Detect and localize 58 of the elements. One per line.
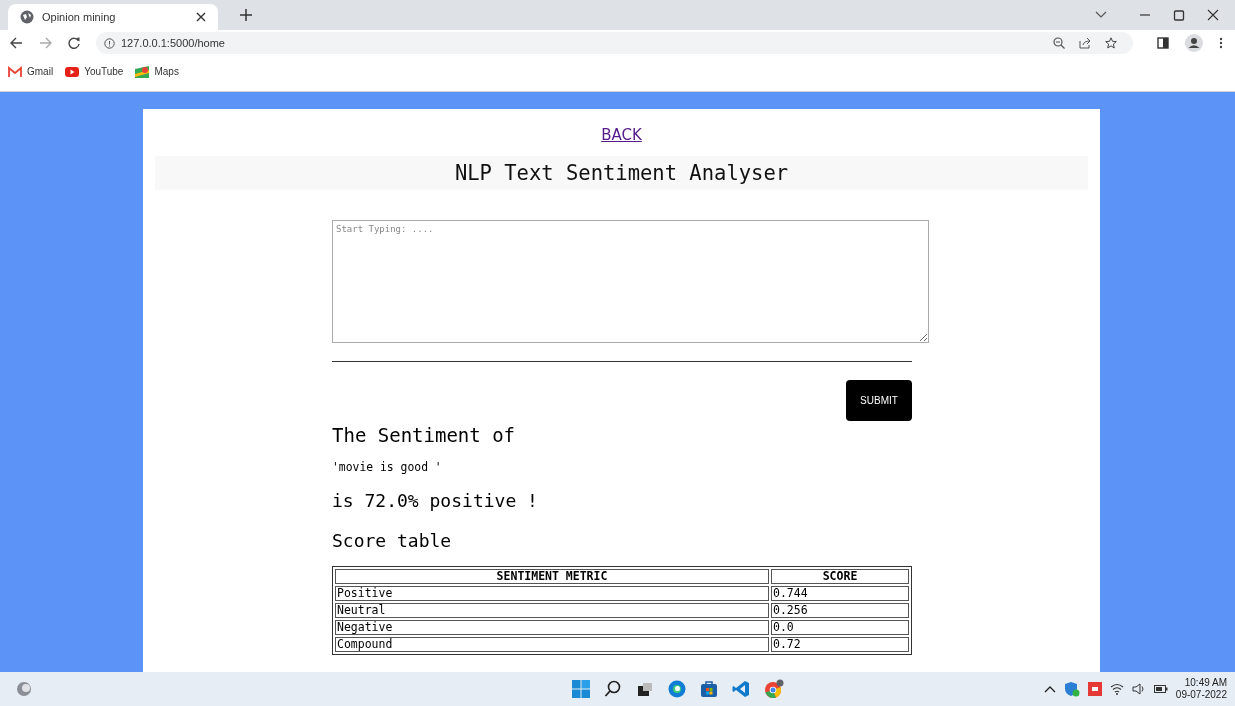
menu-icon[interactable] xyxy=(1219,37,1223,49)
result-heading: The Sentiment of xyxy=(332,424,517,446)
close-icon[interactable] xyxy=(196,12,206,22)
reload-icon[interactable] xyxy=(68,37,80,49)
analysed-text: 'movie is good ' xyxy=(332,460,443,474)
address-field[interactable]: 127.0.0.1:5000/home xyxy=(96,32,1133,54)
edge-browser-icon[interactable] xyxy=(667,680,686,698)
chrome-browser-icon[interactable] xyxy=(763,679,784,699)
chevron-up-icon[interactable] xyxy=(1043,685,1056,693)
code-editor-icon[interactable] xyxy=(731,680,750,698)
battery-icon[interactable] xyxy=(1153,684,1168,694)
clock-time[interactable]: 10:49 AM xyxy=(1184,677,1227,689)
table-heading: Score table xyxy=(332,530,453,551)
table-cell: Negative xyxy=(335,620,769,635)
sentiment-result: is 72.0% positive ! xyxy=(332,490,539,511)
tray-app-icon[interactable] xyxy=(1087,682,1102,696)
table-cell: Neutral xyxy=(335,603,769,618)
side-panel-icon[interactable] xyxy=(1157,37,1169,49)
table-cell: 0.256 xyxy=(771,603,909,618)
new-tab-icon[interactable] xyxy=(240,9,252,21)
video-play-icon xyxy=(65,65,80,78)
search-icon[interactable] xyxy=(603,680,622,698)
bookmark-link[interactable]: YouTube xyxy=(65,65,124,78)
task-view-icon[interactable] xyxy=(635,680,654,698)
store-bag-icon[interactable] xyxy=(699,680,718,698)
submit-button[interactable]: SUBMIT xyxy=(846,380,912,421)
start-icon[interactable] xyxy=(571,680,590,698)
star-icon[interactable] xyxy=(1105,37,1117,49)
text-input[interactable]: Start Typing: .... xyxy=(332,220,929,343)
chevron-down-icon[interactable] xyxy=(1095,11,1107,19)
column-header: SCORE xyxy=(771,569,909,584)
table-cell: Positive xyxy=(335,586,769,601)
column-header: SENTIMENT METRIC xyxy=(335,569,769,584)
bookmark-link[interactable]: Maps xyxy=(135,65,179,78)
profile-icon[interactable] xyxy=(1185,34,1203,52)
wifi-icon[interactable] xyxy=(1109,683,1124,695)
table-cell: 0.72 xyxy=(771,637,909,652)
speaker-icon[interactable] xyxy=(1131,683,1146,695)
page-heading: NLP Text Sentiment Analyser xyxy=(454,161,789,185)
table-cell: 0.744 xyxy=(771,586,909,601)
zoom-icon[interactable] xyxy=(1053,37,1065,49)
map-pin-icon xyxy=(135,65,150,78)
maximize-icon[interactable] xyxy=(1173,9,1185,21)
table-cell: 0.0 xyxy=(771,620,909,635)
browser-tab[interactable]: Opinion mining xyxy=(8,4,218,30)
globe-icon xyxy=(20,10,34,24)
share-icon[interactable] xyxy=(1079,37,1091,49)
info-icon xyxy=(104,37,115,49)
tab-title: Opinion mining xyxy=(42,11,117,23)
back-arrow-icon[interactable] xyxy=(10,37,23,49)
back-link[interactable]: BACK xyxy=(601,126,642,144)
bookmark-link[interactable]: Gmail xyxy=(8,65,54,78)
close-icon[interactable] xyxy=(1207,9,1219,21)
clock-date[interactable]: 09-07-2022 xyxy=(1175,689,1227,701)
table-cell: Compound xyxy=(335,637,769,652)
url-text: 127.0.0.1:5000/home xyxy=(121,37,225,49)
gmail-icon xyxy=(8,65,22,78)
shield-icon[interactable] xyxy=(1063,681,1080,697)
